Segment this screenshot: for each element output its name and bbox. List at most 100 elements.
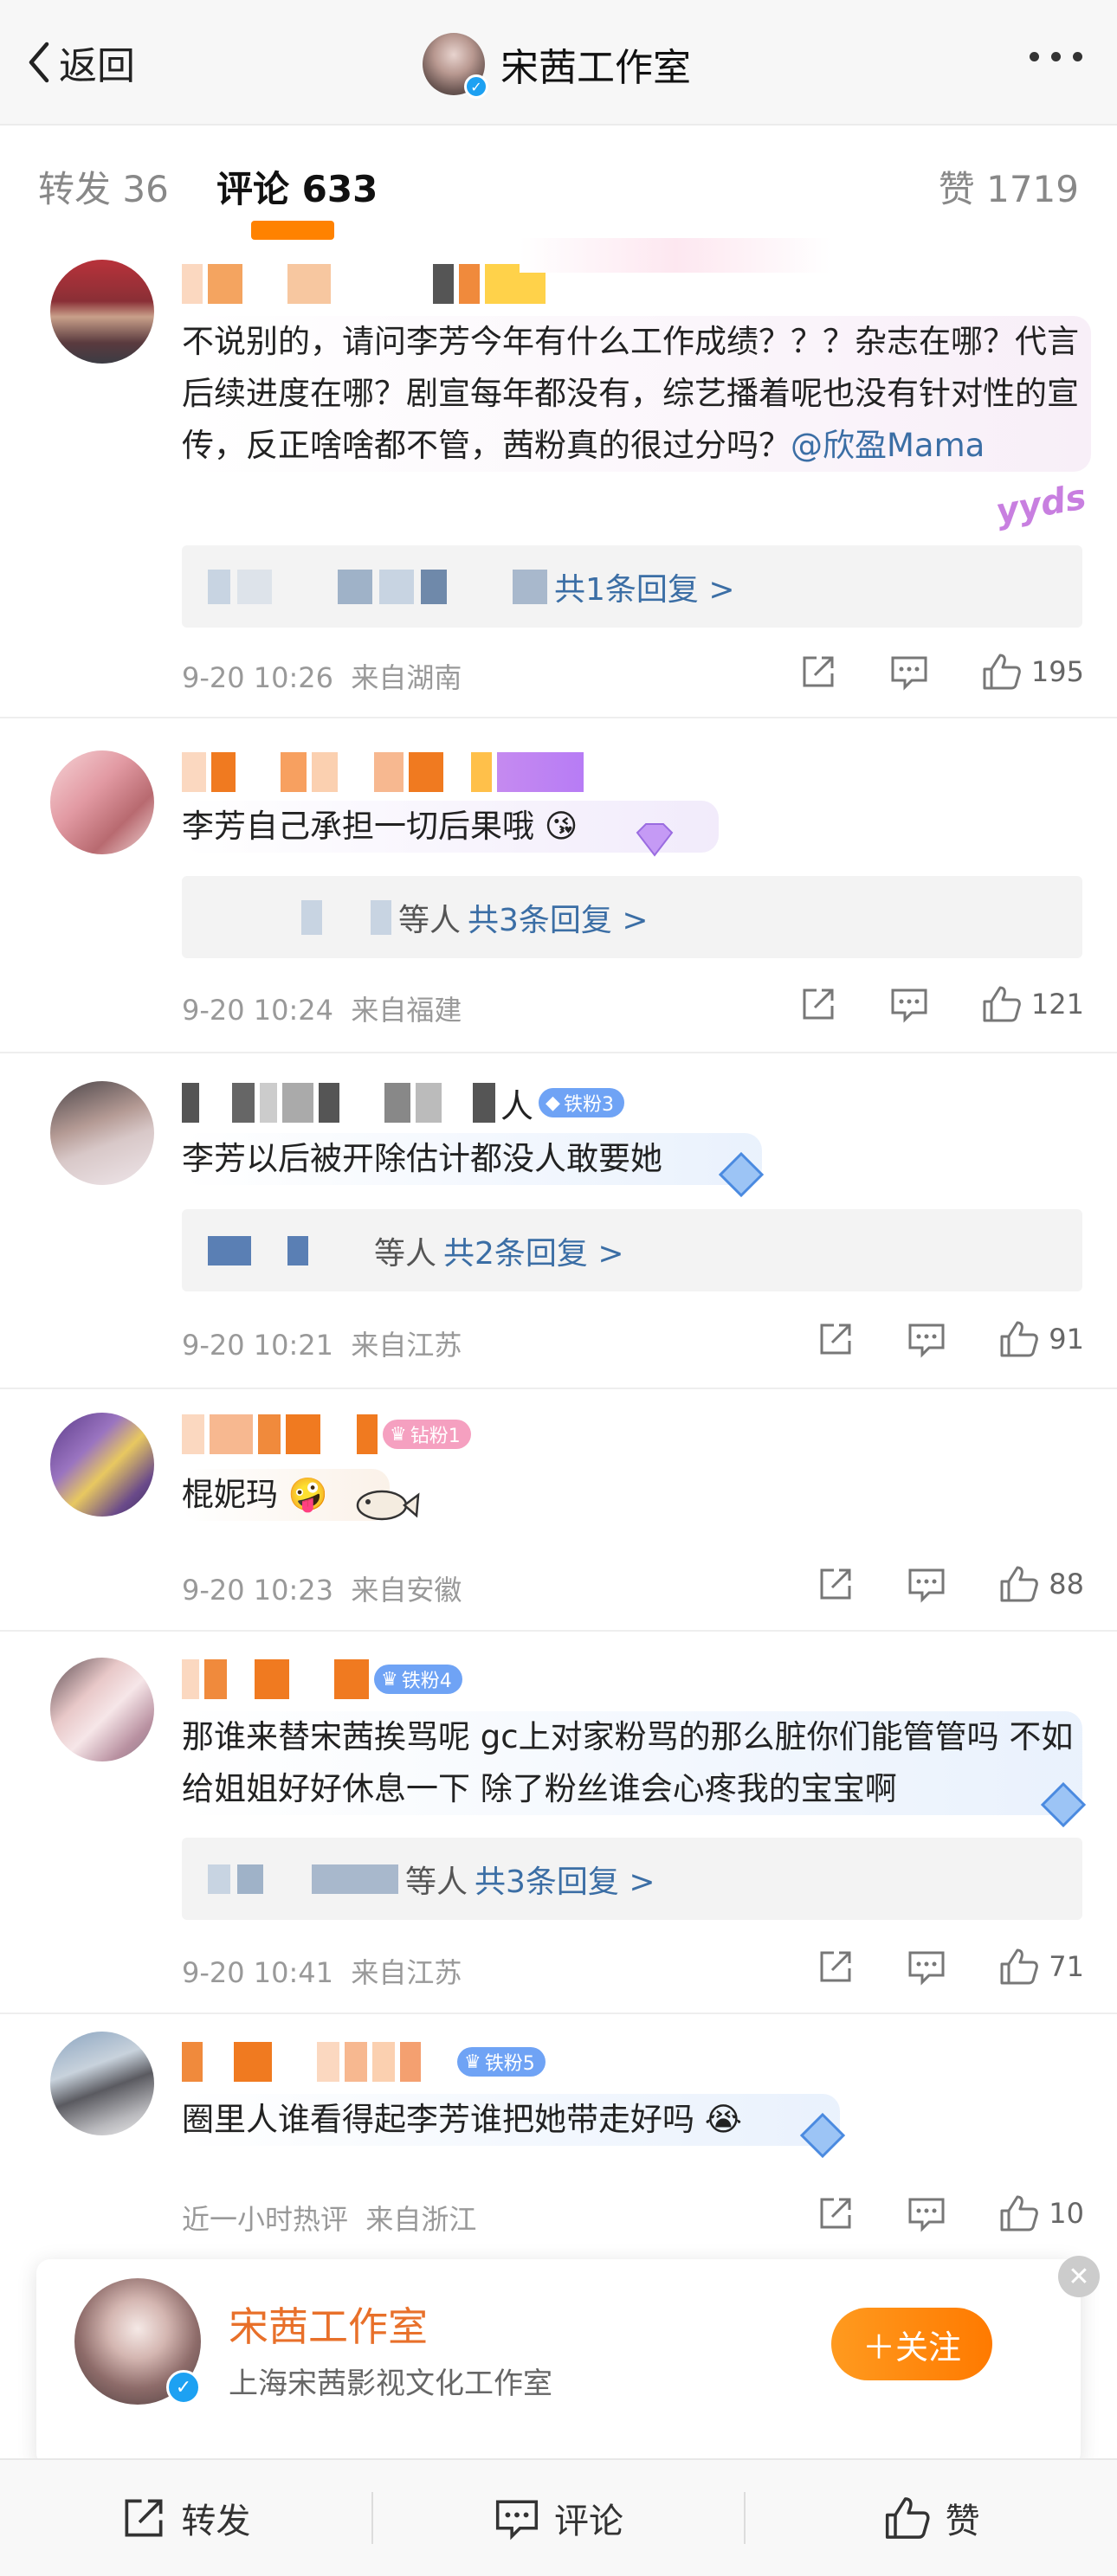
like-button[interactable]: 91 [998, 1319, 1084, 1359]
share-icon [125, 2499, 163, 2537]
reply-count-link[interactable]: 共2条回复 > [443, 1228, 624, 1273]
avatar[interactable] [50, 1413, 154, 1517]
username-redacted[interactable]: ♛ 铁粉5 [182, 2040, 546, 2083]
reply-preview[interactable]: 等人 共3条回复 > [182, 876, 1082, 958]
emoji: 😘 [544, 808, 578, 845]
like-count: 195 [1030, 655, 1084, 688]
comment-button[interactable] [907, 1320, 946, 1358]
comment-button[interactable] [907, 2194, 946, 2232]
mention-link[interactable]: @欣盈Mama [791, 427, 985, 464]
tab-repost[interactable]: 转发 36 [38, 160, 169, 213]
emoji: 😭 [704, 2101, 742, 2138]
avatar[interactable]: ✓ [423, 33, 488, 99]
comment-meta: 9-20 10:41 来自江苏 [182, 1951, 462, 1991]
avatar[interactable] [50, 750, 154, 854]
back-button[interactable]: 返回 [26, 35, 135, 90]
share-button[interactable] [799, 653, 837, 691]
diamond-icon: ◆ [546, 1092, 560, 1114]
account-name[interactable]: 宋茜工作室 [229, 2296, 428, 2353]
like-button[interactable]: 赞 [746, 2493, 1117, 2543]
tab-comments[interactable]: 评论 633 [216, 160, 378, 213]
chevron-left-icon [29, 42, 49, 83]
comment-item: ♛ 钻粉1 棍妮玛 🤪 9-20 10:23 来自安徽 88 [0, 1391, 1117, 1632]
close-icon[interactable]: ✕ [1058, 2256, 1100, 2297]
name-suffix: 人 [500, 1086, 534, 1125]
comment-text: 那谁来替宋茜挨骂呢 gc上对家粉骂的那么脏你们能管管吗 不如给姐姐好好休息一下 … [182, 1711, 1082, 1815]
like-button[interactable]: 71 [998, 1947, 1084, 1987]
verified-icon: ✓ [166, 2370, 201, 2405]
fan-badge: ♛ 铁粉5 [457, 2047, 546, 2077]
username-redacted[interactable] [182, 750, 584, 794]
timestamp: 9-20 10:24 [182, 994, 334, 1027]
comment-actions: 71 [817, 1947, 1084, 1987]
comment-button[interactable] [889, 653, 929, 691]
comment-button[interactable] [889, 985, 929, 1023]
username-redacted[interactable] [182, 262, 546, 306]
comment-icon [891, 656, 927, 691]
diamond-icon [630, 822, 679, 857]
comment-meta: 9-20 10:26 来自湖南 [182, 656, 462, 696]
avatar[interactable] [50, 1081, 154, 1185]
comment-meta: 9-20 10:23 来自安徽 [182, 1568, 462, 1608]
nav-header: 返回 ✓ 宋茜工作室 [0, 0, 1117, 126]
more-options-icon[interactable] [1030, 52, 1082, 61]
like-count: 121 [1030, 988, 1084, 1021]
comment-button[interactable] [907, 1565, 946, 1603]
share-button[interactable] [817, 1320, 855, 1358]
like-count: 88 [1049, 1568, 1084, 1600]
comment-text: 圈里人谁看得起李芳谁把她带走好吗 😭 [182, 2094, 840, 2146]
reply-prefix: 等人 [374, 1235, 437, 1272]
share-icon [820, 1568, 851, 1600]
crown-icon: ♛ [381, 1668, 398, 1690]
comment-icon [908, 1323, 945, 1358]
username-redacted[interactable]: ♛ 钻粉1 [182, 1413, 471, 1456]
reply-count-link[interactable]: 共1条回复 > [554, 564, 735, 609]
tab-bar: 转发 36 评论 633 赞 1719 [0, 126, 1117, 240]
like-button[interactable]: 121 [981, 984, 1084, 1024]
reply-preview[interactable]: 共1条回复 > [182, 545, 1082, 628]
repost-button[interactable]: 转发 [0, 2493, 371, 2543]
avatar[interactable]: ✓ [74, 2278, 201, 2405]
follow-button[interactable]: ＋关注 [831, 2308, 992, 2380]
fish-sticker-icon [351, 1478, 420, 1530]
bottom-action-bar: 转发 评论 赞 [0, 2458, 1117, 2576]
timestamp: 9-20 10:21 [182, 1329, 334, 1362]
comment-label: 评论 [554, 2502, 623, 2541]
share-button[interactable] [817, 1565, 855, 1603]
badge-label: 铁粉4 [401, 1671, 452, 1692]
location: 来自浙江 [365, 2203, 477, 2236]
comment-actions: 10 [817, 2193, 1084, 2233]
share-button[interactable] [817, 2194, 855, 2232]
avatar[interactable] [50, 1658, 154, 1761]
comment-button[interactable]: 评论 [373, 2493, 745, 2543]
share-button[interactable] [799, 985, 837, 1023]
reply-preview[interactable]: 等人 共3条回复 > [182, 1838, 1082, 1920]
comment-actions: 91 [817, 1319, 1084, 1359]
header-title-group[interactable]: ✓ 宋茜工作室 [423, 33, 691, 99]
tab-indicator [251, 221, 334, 240]
badge-label: 铁粉3 [563, 1094, 614, 1116]
comment-body: 棍妮玛 [182, 1476, 278, 1513]
tab-likes[interactable]: 赞 1719 [939, 160, 1079, 213]
comment-body: 李芳以后被开除估计都没人敢要她 [182, 1140, 662, 1177]
like-label: 赞 [945, 2502, 980, 2541]
username-redacted[interactable]: 人 ◆ 铁粉3 [182, 1081, 624, 1125]
like-button[interactable]: 195 [981, 652, 1084, 692]
reply-preview[interactable]: 等人 共2条回复 > [182, 1209, 1082, 1291]
thumbs-up-icon [885, 2497, 930, 2539]
comment-meta: 9-20 10:21 来自江苏 [182, 1323, 462, 1363]
reply-count-link[interactable]: 共3条回复 > [475, 1857, 655, 1902]
timestamp: 9-20 10:23 [182, 1574, 334, 1607]
share-button[interactable] [817, 1948, 855, 1986]
repost-label: 转发 [181, 2502, 251, 2541]
reply-count-link[interactable]: 共3条回复 > [468, 895, 649, 940]
comment-button[interactable] [907, 1948, 946, 1986]
avatar[interactable] [50, 260, 154, 364]
like-button[interactable]: 88 [998, 1564, 1084, 1604]
avatar[interactable] [50, 2032, 154, 2135]
thumbs-up-icon [983, 654, 1021, 690]
comment-text: 不说别的，请问李芳今年有什么工作成绩？？？杂志在哪？代言后续进度在哪？剧宣每年都… [182, 316, 1091, 472]
like-count: 71 [1049, 1950, 1084, 1983]
username-redacted[interactable]: ♛ 铁粉4 [182, 1658, 462, 1701]
like-button[interactable]: 10 [998, 2193, 1084, 2233]
